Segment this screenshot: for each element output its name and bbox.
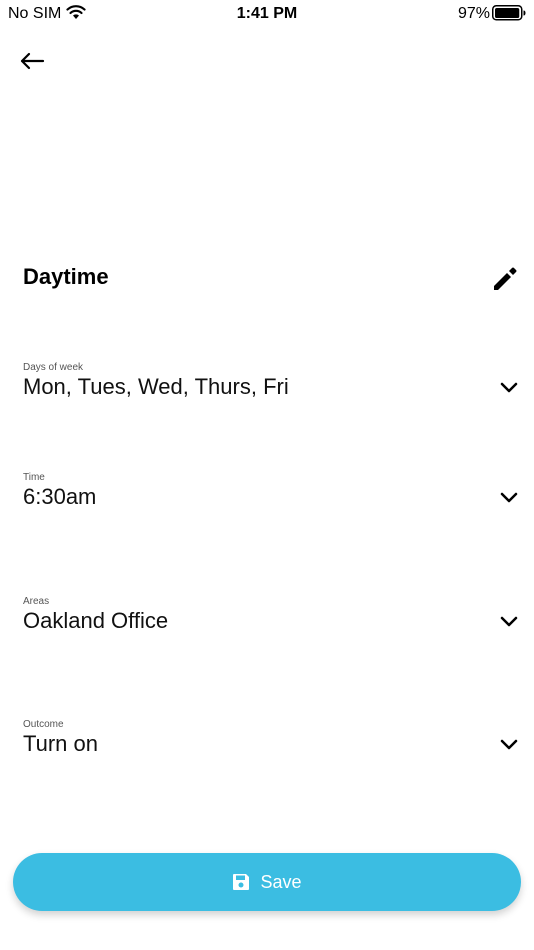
field-value: Turn on [23,731,99,756]
pencil-icon [494,267,517,290]
chevron-down-icon [500,616,518,627]
field-label: Time [23,472,45,483]
field-value: 6:30am [23,484,97,509]
outcome-field[interactable]: Outcome Turn on [23,719,523,775]
save-button[interactable]: Save [13,853,521,911]
field-label: Outcome [23,719,64,730]
field-value: Mon, Tues, Wed, Thurs, Fri [23,374,289,399]
status-time: 1:41 PM [236,5,298,22]
chevron-down-icon [500,739,518,750]
status-bar: No SIM 1:41 PM 97% [0,0,534,30]
chevron-down-icon [500,382,518,393]
field-label: Areas [23,596,50,607]
areas-field[interactable]: Areas Oakland Office [23,596,523,652]
battery-icon [492,5,526,21]
battery-percentage: 97% [457,5,490,22]
field-label: Days of week [23,362,84,373]
floppy-disk-icon [233,874,250,890]
days-of-week-field[interactable]: Days of week Mon, Tues, Wed, Thurs, Fri [23,362,523,418]
schedule-title: Daytime [23,264,109,289]
time-field[interactable]: Time 6:30am [23,472,523,528]
edit-button[interactable] [490,264,520,294]
field-value: Oakland Office [23,608,169,633]
chevron-down-icon [500,492,518,503]
screen: No SIM 1:41 PM 97% Daytime Days of week … [0,0,534,950]
arrow-left-icon [20,52,45,70]
save-button-label: Save [260,871,302,892]
back-button[interactable] [16,48,48,74]
